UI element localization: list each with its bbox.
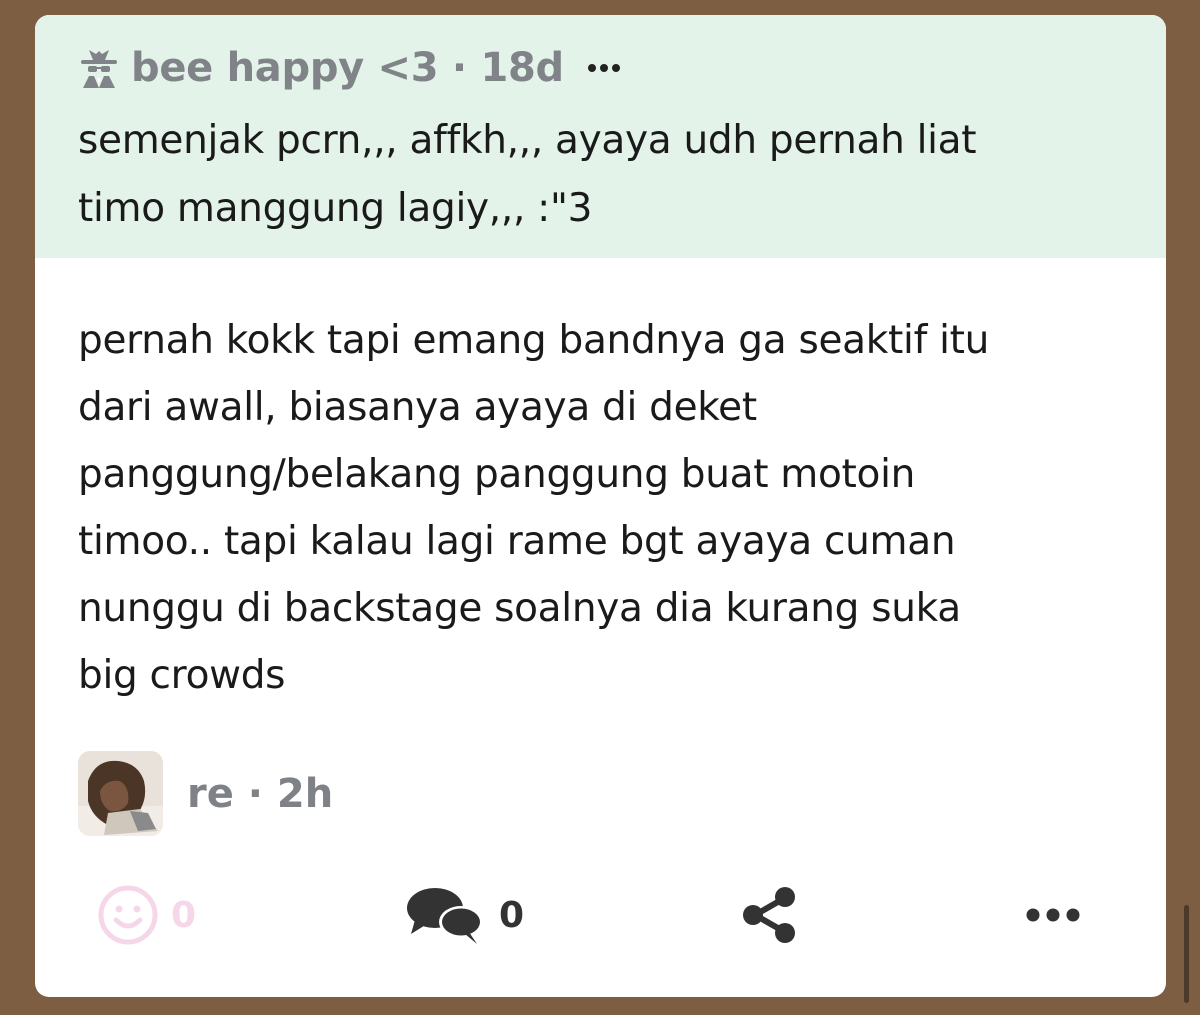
comment-button[interactable]: 0 <box>405 875 524 955</box>
reply-author[interactable]: re · 2h <box>78 751 333 836</box>
avatar[interactable] <box>78 751 163 836</box>
quoted-post-header: bee happy <3 · 18d <box>77 41 622 95</box>
share-button[interactable] <box>739 875 799 955</box>
scrollbar[interactable] <box>1184 905 1189 1003</box>
action-bar: 0 0 <box>35 875 1166 955</box>
post-card: bee happy <3 · 18d semenjak pcrn,,, affk… <box>35 15 1166 997</box>
comments-icon <box>407 888 483 944</box>
reactions-count: 0 <box>171 894 197 936</box>
comments-count: 0 <box>499 894 525 936</box>
quoted-post-text: semenjak pcrn,,, affkh,,, ayaya udh pern… <box>78 118 977 231</box>
more-options-icon <box>1026 908 1080 922</box>
spy-icon <box>81 50 117 88</box>
smiley-icon <box>98 885 158 945</box>
react-button[interactable]: 0 <box>97 875 196 955</box>
more-options-button[interactable] <box>1025 875 1081 955</box>
more-options-icon[interactable] <box>586 62 622 74</box>
share-icon <box>743 887 795 943</box>
quoted-post[interactable]: bee happy <3 · 18d semenjak pcrn,,, affk… <box>35 15 1166 258</box>
reply-author-meta: re · 2h <box>187 770 334 817</box>
quoted-post-meta: bee happy <3 · 18d <box>131 45 564 91</box>
reply-text: pernah kokk tapi emang bandnya ga seakti… <box>78 318 990 698</box>
